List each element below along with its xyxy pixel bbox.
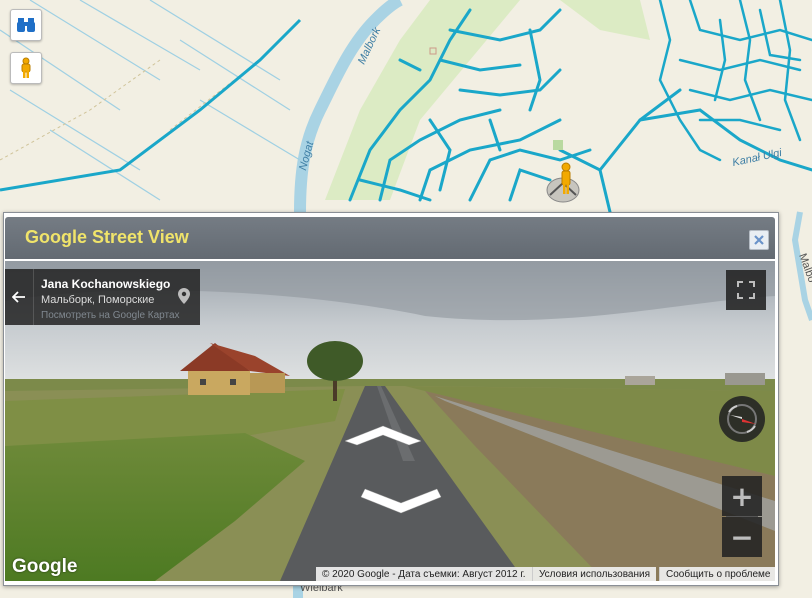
zoom-in-button[interactable]: + (722, 476, 762, 516)
compass-icon (727, 404, 757, 434)
fullscreen-icon (737, 281, 755, 299)
fullscreen-button[interactable] (726, 270, 766, 310)
google-logo: Google (12, 556, 78, 577)
pegman-icon (21, 57, 31, 78)
pegman-button[interactable] (10, 52, 42, 84)
address-card: Jana Kochanowskiego Мальборк, Поморские … (5, 269, 200, 325)
binoculars-icon (17, 18, 35, 32)
close-icon (754, 235, 764, 245)
panel-title: Google Street View (25, 227, 189, 247)
back-button[interactable] (5, 269, 34, 325)
copyright-text: © 2020 Google - Дата съемки: Август 2012… (316, 567, 532, 581)
zoom-out-button[interactable]: − (722, 517, 762, 557)
street-view-viewport[interactable]: Jana Kochanowskiego Мальборк, Поморские … (5, 261, 775, 581)
panel-header: Google Street View (5, 217, 775, 259)
binoculars-button[interactable] (10, 9, 42, 41)
map-pin-icon[interactable] (178, 288, 190, 309)
compass-button[interactable] (719, 396, 765, 442)
terms-link[interactable]: Условия использования (532, 567, 656, 581)
street-view-panel: Google Street View Jana Kochanowskiego М… (3, 212, 779, 586)
address-subtitle: Мальборк, Поморские (41, 294, 155, 306)
report-problem-link[interactable]: Сообщить о проблеме (659, 567, 775, 581)
address-title: Jana Kochanowskiego (41, 277, 171, 291)
view-on-google-maps-link[interactable]: Посмотреть на Google Картах (41, 310, 180, 321)
close-button[interactable] (749, 230, 769, 250)
arrow-left-icon (12, 291, 25, 303)
